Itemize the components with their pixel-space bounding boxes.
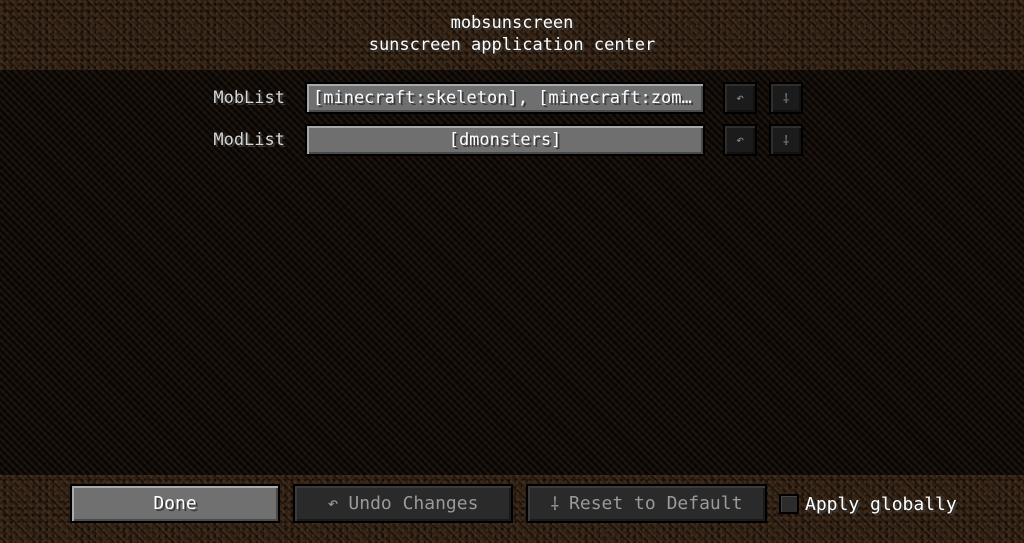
- apply-globally-toggle[interactable]: Apply globally: [779, 492, 957, 516]
- footer-bar: Done ↶ Undo Changes ⸸ Reset to Default A…: [0, 475, 1024, 543]
- reset-to-default-label: Reset to Default: [569, 493, 743, 514]
- reset-to-default-button[interactable]: ⸸ Reset to Default: [526, 484, 767, 523]
- undo-arrow-icon: ↶: [736, 90, 744, 106]
- undo-arrow-icon: ↶: [327, 493, 339, 514]
- undo-changes-label: Undo Changes: [348, 493, 479, 514]
- apply-globally-label: Apply globally: [805, 493, 957, 515]
- undo-arrow-icon: ↶: [736, 132, 744, 148]
- modlist-label: ModList: [213, 130, 285, 150]
- undo-changes-button[interactable]: ↶ Undo Changes: [293, 484, 513, 523]
- done-button[interactable]: Done: [70, 484, 280, 523]
- config-subtitle: sunscreen application center: [368, 35, 656, 55]
- apply-globally-checkbox[interactable]: [779, 494, 799, 514]
- modlist-edit-button[interactable]: [dmonsters]: [305, 124, 705, 156]
- reset-dagger-icon: ⸸: [550, 493, 560, 515]
- config-row-modlist: ModList [dmonsters] ↶ ⸸: [0, 124, 1024, 158]
- config-entry-list[interactable]: MobList [minecraft:skeleton], [minecraft…: [0, 70, 1024, 475]
- modlist-reset-button[interactable]: ⸸: [769, 124, 803, 156]
- moblist-edit-button[interactable]: [minecraft:skeleton], [minecraft:zom…: [305, 82, 705, 114]
- reset-dagger-icon: ⸸: [782, 134, 790, 149]
- moblist-undo-button[interactable]: ↶: [723, 82, 757, 114]
- reset-dagger-icon: ⸸: [782, 92, 790, 107]
- done-button-label: Done: [153, 493, 197, 514]
- modlist-undo-button[interactable]: ↶: [723, 124, 757, 156]
- config-title: mobsunscreen: [450, 13, 574, 33]
- screen-header: mobsunscreen sunscreen application cente…: [0, 0, 1024, 70]
- config-row-moblist: MobList [minecraft:skeleton], [minecraft…: [0, 82, 1024, 116]
- moblist-label: MobList: [213, 88, 285, 108]
- moblist-reset-button[interactable]: ⸸: [769, 82, 803, 114]
